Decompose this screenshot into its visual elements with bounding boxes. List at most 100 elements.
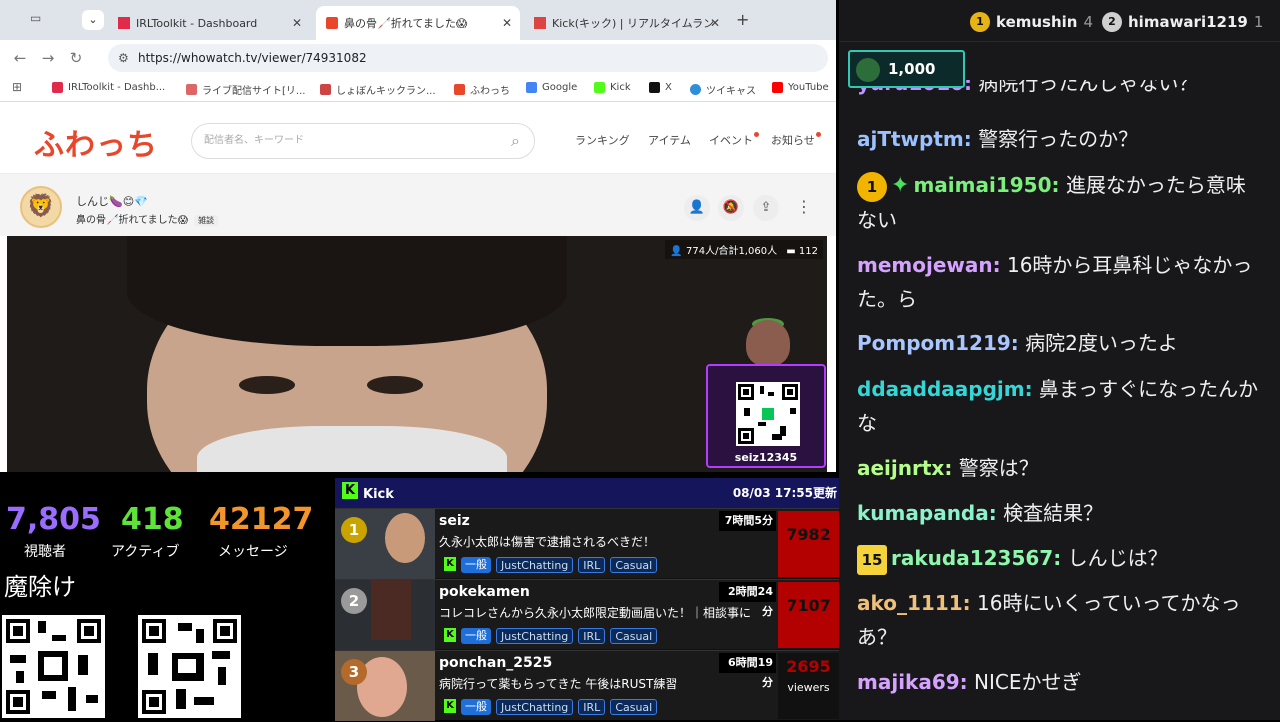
streamer-name[interactable]: ponchan_2525	[439, 655, 552, 671]
close-tab-icon[interactable]: ✕	[502, 16, 512, 30]
new-tab-icon[interactable]: +	[736, 10, 749, 29]
streamer-eye	[239, 376, 295, 394]
notification-dot-icon	[754, 132, 759, 137]
mascot-character	[746, 320, 790, 366]
streamer-hair	[127, 236, 567, 346]
share-icon[interactable]: ⇪	[753, 195, 779, 221]
video-player[interactable]: 👤 774人/合計1,060人 ▬ 112	[7, 236, 827, 472]
bookmark-live-site[interactable]: ライブ配信サイト[リ...	[186, 82, 305, 97]
gifter-2[interactable]: 2 himawari1219 1	[1102, 12, 1263, 32]
chat-username[interactable]: maimai1950:	[913, 173, 1059, 197]
broadcaster-info: 🦁 しんじ🍆😊💎 鼻の骨🦯折れてました😱 雑談 👤 🔕 ⇪ ⋮	[0, 174, 836, 236]
chevron-down-icon[interactable]: ⌄	[82, 10, 104, 30]
tag-chip[interactable]: IRL	[578, 699, 606, 715]
genre-tag[interactable]: 一般	[461, 628, 491, 644]
stream-title: 病院行って薬もらってきた 午後はRUST練習	[439, 677, 678, 691]
tag-chip[interactable]: Casual	[610, 699, 658, 715]
tab-search-icon[interactable]: ▭	[30, 11, 50, 29]
ranking-row[interactable]: 1 seiz 7時間5分 久永小太郎は傷害で逮捕されるべきだ！ K 一般 Jus…	[335, 508, 839, 579]
ranking-row[interactable]: 3 ponchan_2525 6時間19分 病院行って薬もらってきた 午後はRU…	[335, 650, 839, 721]
search-icon[interactable]: ⌕	[511, 124, 520, 158]
genre-tag[interactable]: 一般	[461, 699, 491, 715]
back-icon[interactable]: ←	[6, 49, 34, 67]
chat-username[interactable]: kumapanda:	[857, 501, 997, 525]
category-tag[interactable]: 雑談	[194, 215, 219, 226]
gifter-1[interactable]: 1 kemushin 4	[970, 12, 1093, 32]
tag-chip[interactable]: Casual	[610, 557, 658, 573]
reload-icon[interactable]: ↻	[62, 49, 90, 67]
whowatch-logo[interactable]: ふわっち	[34, 120, 158, 164]
chat-username[interactable]: majika69:	[857, 670, 968, 694]
bookmark-shobon[interactable]: しょぼんキックラン...	[320, 82, 436, 97]
url-field[interactable]: ⚙ https://whowatch.tv/viewer/74931082	[108, 44, 828, 72]
chat-username[interactable]: aeijnrtx:	[857, 456, 952, 480]
kick-updated-time: 08/03 17:55更新	[732, 486, 837, 500]
nav-ranking[interactable]: ランキング	[575, 132, 630, 148]
bookmark-twitcasting[interactable]: ツイキャス	[690, 82, 756, 97]
more-options-icon[interactable]: ⋮	[796, 197, 812, 216]
tag-chip[interactable]: JustChatting	[496, 699, 574, 715]
chat-message: ako_1111: 16時にいくっていってかなっあ？	[857, 586, 1265, 654]
close-tab-icon[interactable]: ✕	[292, 16, 302, 30]
tag-chip[interactable]: IRL	[578, 628, 606, 644]
streamer-name[interactable]: seiz	[439, 513, 470, 529]
stream-thumbnail[interactable]: 2	[335, 580, 435, 650]
kick-ranking-panel: K Kick 08/03 17:55更新 1 seiz 7時間5分 久永小太郎は…	[335, 478, 839, 721]
amulet-label: 魔除け	[4, 573, 76, 601]
follow-user-icon[interactable]: 👤	[684, 195, 710, 221]
nav-news[interactable]: お知らせ	[771, 132, 821, 148]
stream-thumbnail[interactable]: 1	[335, 509, 435, 579]
kick-mini-icon: K	[444, 557, 456, 571]
irltoolkit-icon	[52, 82, 63, 93]
chat-username[interactable]: rakuda123567:	[891, 546, 1061, 570]
tag-chip[interactable]: JustChatting	[496, 628, 574, 644]
google-icon	[526, 82, 537, 93]
stream-stats: 7,805 視聴者 418 アクティブ 42127 メッセージ 魔除け	[0, 472, 335, 720]
ranking-row[interactable]: 2 pokekamen 2時間24分 コレコレさんから久永小太郎限定動画届いた！…	[335, 579, 839, 650]
bookmark-x[interactable]: X	[649, 82, 672, 93]
thumbnail-figure	[371, 580, 411, 640]
stream-thumbnail[interactable]: 3	[335, 651, 435, 721]
chat-username[interactable]: memojewan:	[857, 253, 1001, 277]
bookmark-google[interactable]: Google	[526, 82, 577, 93]
kick-header: K Kick 08/03 17:55更新	[335, 478, 839, 508]
tab-irltoolkit[interactable]: IRLToolkit - Dashboard ✕	[108, 6, 310, 40]
streamer-eye	[367, 376, 423, 394]
tag-chip[interactable]: JustChatting	[496, 557, 574, 573]
nav-events[interactable]: イベント	[709, 132, 759, 148]
nav-items[interactable]: アイテム	[648, 132, 691, 148]
genre-tag[interactable]: 一般	[461, 557, 491, 573]
bookmark-youtube[interactable]: YouTube	[772, 82, 829, 93]
close-tab-icon[interactable]: ✕	[710, 16, 720, 30]
sub-badge-icon: 1	[857, 171, 887, 202]
apps-grid-icon[interactable]: ⊞	[12, 80, 22, 94]
avatar[interactable]: 🦁	[20, 186, 62, 228]
rank-badge: 1	[341, 517, 367, 543]
chat-username[interactable]: Pompom1219:	[857, 331, 1019, 355]
tag-chip[interactable]: IRL	[578, 557, 606, 573]
tab-whowatch[interactable]: 鼻の骨🦯折れてました😱 ✕	[316, 6, 520, 40]
irltoolkit-favicon-icon	[118, 17, 130, 29]
stream-title: コレコレさんから久永小太郎限定動画届いた！｜相談事に	[439, 606, 752, 620]
url-text: https://whowatch.tv/viewer/74931082	[138, 51, 367, 65]
bookmark-kick[interactable]: Kick	[594, 82, 631, 93]
tag-chip[interactable]: Casual	[610, 628, 658, 644]
chat-username[interactable]: ddaaddaapgjm:	[857, 377, 1033, 401]
broadcaster-name[interactable]: しんじ🍆😊💎	[76, 193, 148, 209]
notification-dot-icon	[815, 132, 821, 137]
mute-notification-icon[interactable]: 🔕	[718, 195, 744, 221]
hype-train-badge[interactable]: 1,000	[848, 50, 965, 88]
bookmark-irltoolkit[interactable]: IRLToolkit - Dashb...	[52, 82, 165, 93]
stream-title: 久永小太郎は傷害で逮捕されるべきだ！	[439, 535, 656, 549]
tab-kick-ranking[interactable]: Kick(キック) | リアルタイムラン ✕	[524, 6, 728, 40]
site-settings-icon[interactable]: ⚙	[118, 44, 129, 72]
chat-username[interactable]: ajTtwptm:	[857, 127, 972, 151]
streamer-name[interactable]: pokekamen	[439, 584, 530, 600]
bookmark-whowatch[interactable]: ふわっち	[454, 82, 510, 97]
search-input[interactable]: 配信者名、キーワード ⌕	[191, 123, 535, 159]
viewer-count: 2695	[786, 657, 831, 676]
active-label: アクティブ	[111, 544, 180, 560]
forward-icon[interactable]: →	[34, 49, 62, 67]
chat-username[interactable]: ako_1111:	[857, 591, 971, 615]
kick-icon	[594, 82, 605, 93]
